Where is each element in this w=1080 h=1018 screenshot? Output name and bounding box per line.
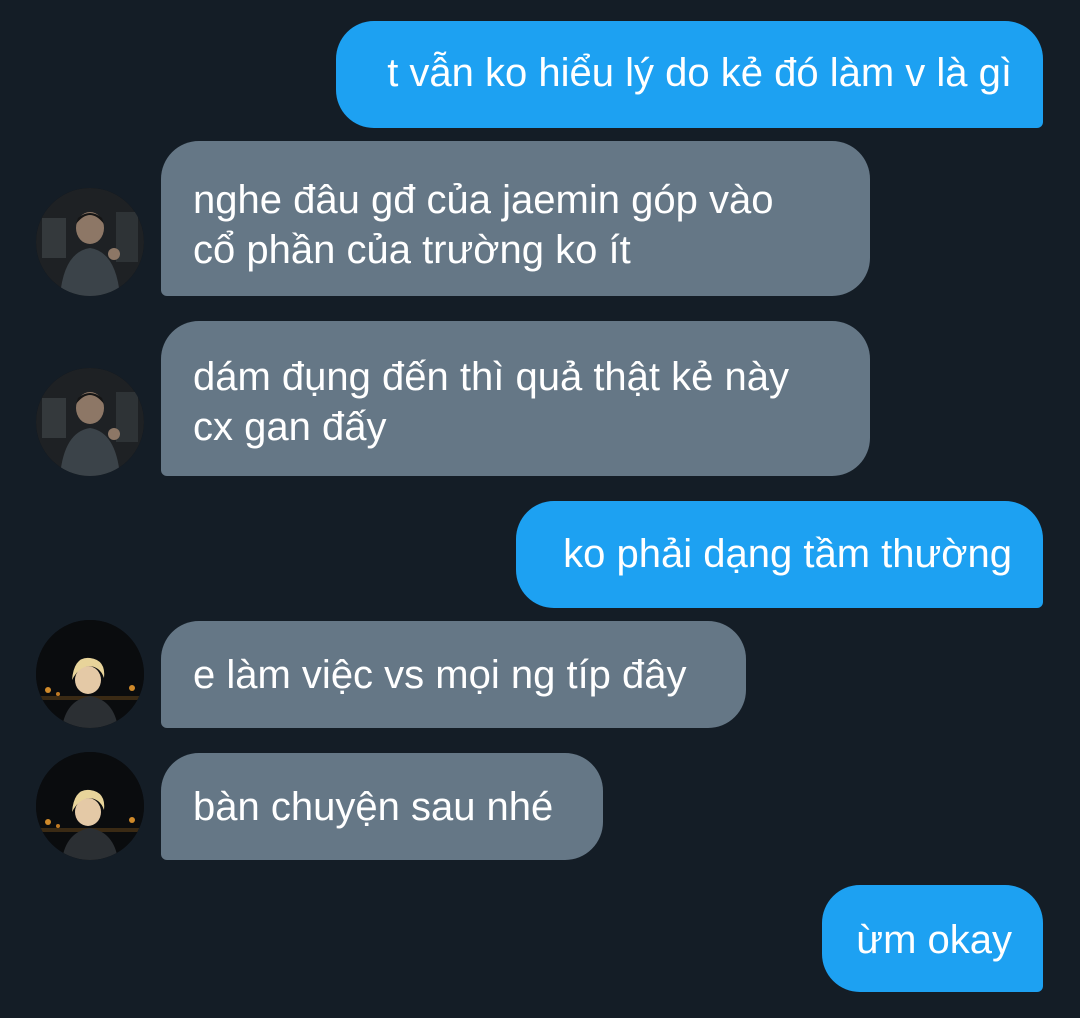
avatar-dark-hair[interactable] bbox=[36, 368, 144, 476]
avatar-dark-hair[interactable] bbox=[36, 188, 144, 296]
message-text-line: nghe đâu gđ của jaemin góp vào bbox=[193, 178, 774, 222]
avatar-blonde-hair[interactable] bbox=[36, 752, 144, 860]
avatar-photo bbox=[36, 620, 144, 728]
message-text-line: cx gan đấy bbox=[193, 405, 387, 449]
chat-thread: t vẫn ko hiểu lý do kẻ đó làm v là gì ng… bbox=[0, 0, 1080, 1018]
message-text: t vẫn ko hiểu lý do kẻ đó làm v là gì bbox=[387, 51, 1012, 95]
outgoing-message-bubble[interactable]: ừm okay bbox=[822, 885, 1043, 992]
avatar-photo bbox=[36, 752, 144, 860]
message-text: bàn chuyện sau nhé bbox=[193, 785, 554, 829]
incoming-message-bubble[interactable]: e làm việc vs mọi ng típ đây bbox=[161, 621, 746, 728]
message-text-line: cổ phần của trường ko ít bbox=[193, 228, 631, 272]
incoming-message-bubble[interactable]: bàn chuyện sau nhé bbox=[161, 753, 603, 860]
outgoing-message-bubble[interactable]: t vẫn ko hiểu lý do kẻ đó làm v là gì bbox=[336, 21, 1043, 128]
avatar-photo bbox=[36, 188, 144, 296]
outgoing-message-bubble[interactable]: ko phải dạng tầm thường bbox=[516, 501, 1043, 608]
incoming-message-bubble[interactable]: nghe đâu gđ của jaemin góp vào cổ phần c… bbox=[161, 141, 870, 296]
message-text: ừm okay bbox=[856, 918, 1012, 962]
message-text: e làm việc vs mọi ng típ đây bbox=[193, 653, 687, 697]
incoming-message-bubble[interactable]: dám đụng đến thì quả thật kẻ này cx gan … bbox=[161, 321, 870, 476]
message-text-line: dám đụng đến thì quả thật kẻ này bbox=[193, 355, 789, 399]
avatar-photo bbox=[36, 368, 144, 476]
avatar-blonde-hair[interactable] bbox=[36, 620, 144, 728]
message-text: ko phải dạng tầm thường bbox=[563, 532, 1012, 576]
